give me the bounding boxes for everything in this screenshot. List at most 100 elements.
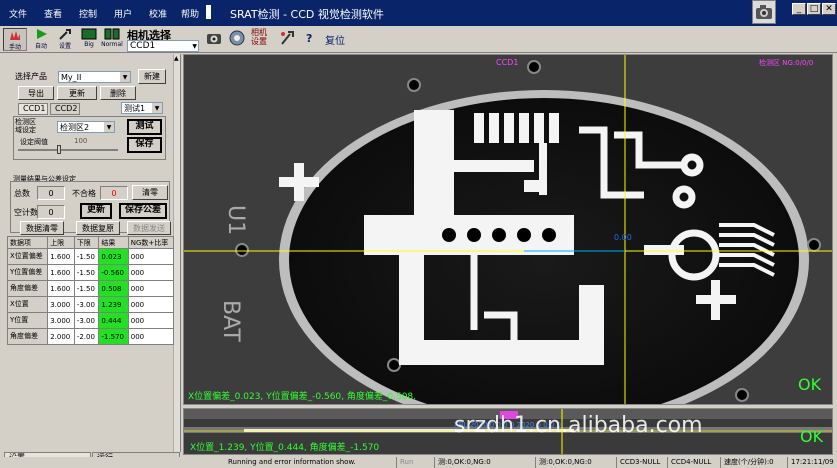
tolerance-table: 数据项 上限 下限 结果 NG数+比率 X位置偏差 1.600 -1.50 0.023…: [6, 236, 175, 345]
row-result[interactable]: -0.560: [98, 264, 129, 281]
tab-ccd1[interactable]: CCD1: [18, 103, 48, 115]
scroll-up-icon[interactable]: ▲: [174, 56, 179, 62]
row-name: 角度偏差: [6, 328, 49, 345]
test-button[interactable]: 测试: [127, 119, 162, 135]
row-ng[interactable]: 000: [127, 328, 175, 345]
camera-view-main[interactable]: U1 BAT CCD1 检测区 NG:0/0/0 0.00 X位置偏差_0.02…: [183, 54, 833, 405]
row-upper[interactable]: 1.600: [47, 248, 75, 265]
chevron-down-icon: ▼: [104, 122, 114, 132]
status-ccd2-count: 测:0,OK:0,NG:0: [535, 457, 615, 468]
region-select-value: 检测区2: [60, 123, 90, 132]
view1-status-label: 检测区 NG:0/0/0: [759, 59, 814, 67]
close-button[interactable]: ✕: [822, 3, 836, 15]
row-ng[interactable]: 000: [127, 296, 175, 313]
region-select[interactable]: 检测区2 ▼: [57, 121, 115, 133]
row-lower[interactable]: -3.00: [73, 296, 100, 313]
restore-button[interactable]: □: [807, 3, 821, 15]
row-ng[interactable]: 000: [127, 248, 175, 265]
row-result[interactable]: 1.239: [98, 296, 129, 313]
manual-button[interactable]: 手动: [3, 28, 27, 51]
menu-help[interactable]: 帮助: [181, 7, 199, 20]
big-label: Big: [84, 41, 94, 48]
row-name: X位置: [6, 296, 49, 313]
refresh-button[interactable]: 更新: [80, 203, 112, 219]
threshold-label: 设定阀值: [20, 138, 48, 146]
camera-settings-icon-button[interactable]: [226, 29, 246, 52]
auto-button[interactable]: 自动: [30, 28, 52, 51]
menu-control[interactable]: 控制: [79, 7, 97, 20]
help-button[interactable]: ?: [302, 31, 316, 54]
play-icon: [33, 28, 49, 40]
row-lower[interactable]: -1.50: [73, 264, 100, 281]
big-view-button[interactable]: Big: [78, 28, 100, 51]
row-lower[interactable]: -3.00: [73, 312, 100, 329]
camera-view-secondary[interactable]: XBL 2020 0 0 0 0 2020 0 0 0 0 srzdh1.cn.…: [183, 408, 833, 455]
row-lower[interactable]: -2.00: [73, 328, 100, 345]
auto-label: 自动: [34, 43, 47, 50]
test-mode-select[interactable]: 测试1 ▼: [121, 102, 163, 114]
data-restore-button[interactable]: 数据复原: [76, 221, 120, 235]
reset-button[interactable]: 复位: [324, 32, 346, 55]
panel-scrollbar[interactable]: [173, 54, 180, 452]
new-button[interactable]: 新建: [138, 69, 166, 84]
row-upper[interactable]: 1.600: [47, 280, 75, 297]
camera-select[interactable]: CCD1 ▼: [127, 40, 199, 52]
save-tolerance-button[interactable]: 保存公差: [119, 203, 167, 219]
row-ng[interactable]: 000: [127, 280, 175, 297]
row-upper[interactable]: 2.000: [47, 328, 75, 345]
save-button[interactable]: 保存: [127, 137, 162, 153]
svg-text:?: ?: [306, 32, 312, 45]
minimize-button[interactable]: _: [792, 3, 806, 15]
row-upper[interactable]: 3.000: [47, 296, 75, 313]
camera-select-value: CCD1: [130, 41, 156, 51]
tools-icon: [278, 29, 294, 47]
row-result[interactable]: 0.023: [98, 248, 129, 265]
test-mode-value: 测试1: [124, 104, 146, 113]
row-ng[interactable]: 000: [127, 312, 175, 329]
row-result[interactable]: 0.508: [98, 280, 129, 297]
tab-ccd2[interactable]: CCD2: [50, 103, 80, 115]
export-button[interactable]: 导出: [18, 86, 54, 100]
table-row: Y位置 3.000 -3.00 0.444 000: [6, 312, 175, 329]
view1-center-value: 0.00: [614, 233, 632, 242]
menu-file[interactable]: 文件: [9, 7, 27, 20]
normal-view-button[interactable]: Normal: [101, 28, 123, 51]
manual-label: 手动: [8, 44, 21, 51]
camera-settings-button[interactable]: 相机 设置: [248, 28, 270, 51]
chevron-down-icon: ▼: [120, 72, 130, 82]
row-result[interactable]: -1.570: [98, 328, 129, 345]
threshold-slider-thumb[interactable]: [57, 145, 61, 154]
data-clear-button[interactable]: 数据清零: [20, 221, 64, 235]
total-field: 0: [37, 186, 65, 200]
row-upper[interactable]: 1.600: [47, 264, 75, 281]
delete-button[interactable]: 删除: [100, 86, 136, 100]
row-lower[interactable]: -1.50: [73, 248, 100, 265]
product-select[interactable]: My_II ▼: [58, 71, 131, 83]
row-name: Y位置: [6, 312, 49, 329]
table-row: 角度偏差 2.000 -2.00 -1.570 000: [6, 328, 175, 345]
clear-button[interactable]: 清零: [132, 185, 168, 200]
camera-gear-icon: [228, 29, 245, 47]
wrench-icon: [57, 28, 73, 40]
row-result[interactable]: 0.444: [98, 312, 129, 329]
update-button[interactable]: 更新: [57, 86, 97, 100]
settings-button[interactable]: 设置: [54, 28, 76, 51]
status-message: Running and error information show.: [228, 458, 356, 466]
tools-button[interactable]: [276, 29, 296, 52]
menu-calibrate[interactable]: 校准: [149, 7, 167, 20]
ng-field: 0: [100, 186, 128, 200]
ng-label: 不合格: [72, 189, 96, 198]
toolbar: 手动 自动 设置 Big Normal 相机选择 CCD1 ▼ 相机 设置 ? …: [0, 26, 837, 53]
row-lower[interactable]: -1.50: [73, 280, 100, 297]
row-upper[interactable]: 3.000: [47, 312, 75, 329]
svg-text:BAT: BAT: [218, 300, 243, 342]
status-speed: 速度(个/分钟):0: [720, 457, 786, 468]
table-row: X位置 3.000 -3.00 1.239 000: [6, 296, 175, 313]
camera-capture-button[interactable]: [203, 29, 223, 52]
row-ng[interactable]: 000: [127, 264, 175, 281]
view2-ok-indicator: OK: [800, 427, 824, 446]
menu-user[interactable]: 用户: [114, 7, 132, 20]
threshold-slider-track[interactable]: [18, 149, 118, 151]
menu-view[interactable]: 查看: [44, 7, 62, 20]
data-send-button[interactable]: 数据发送: [127, 221, 171, 235]
